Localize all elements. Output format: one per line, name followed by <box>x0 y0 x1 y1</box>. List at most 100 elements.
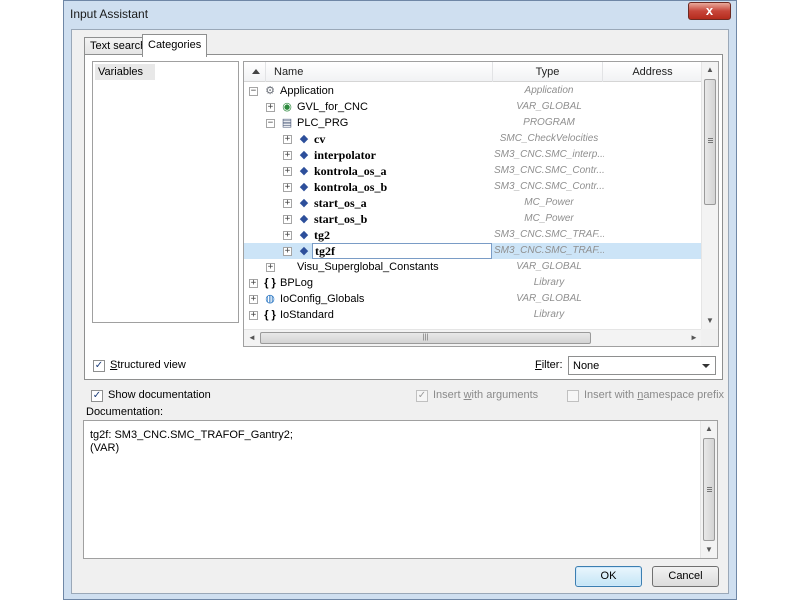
scroll-down-icon[interactable]: ▼ <box>702 313 718 329</box>
expand-icon[interactable]: + <box>283 215 292 224</box>
expand-icon[interactable]: + <box>283 151 292 160</box>
scroll-right-icon[interactable]: ► <box>686 330 702 346</box>
tree-row-name: start_os_b <box>314 212 368 226</box>
grip-line <box>707 491 712 492</box>
tree-row-type: VAR_GLOBAL <box>516 101 582 112</box>
expand-icon[interactable]: + <box>283 183 292 192</box>
scroll-left-icon[interactable]: ◄ <box>244 330 260 346</box>
label-part: ith arguments <box>471 389 539 401</box>
tree-header: Name Type Address <box>244 62 702 82</box>
tree-row-name: Visu_Superglobal_Constants <box>297 261 439 273</box>
tree-row[interactable]: + ◆ tg2 SM3_CNC.SMC_TRAF... <box>244 227 702 243</box>
chevron-down-icon <box>702 364 710 368</box>
cancel-button[interactable]: Cancel <box>652 566 719 587</box>
tree-row[interactable]: + ◉ GVL_for_CNC VAR_GLOBAL <box>244 99 702 115</box>
expand-icon[interactable]: + <box>249 279 258 288</box>
tree-row[interactable]: + { } IoStandard Library <box>244 307 702 323</box>
show-documentation-label: Show documentation <box>108 389 211 401</box>
column-header-address[interactable]: Address <box>603 62 702 82</box>
label-part: tructured view <box>117 359 186 371</box>
sort-column[interactable] <box>244 62 266 82</box>
tab-categories[interactable]: Categories <box>142 34 208 57</box>
scroll-thumb[interactable] <box>704 79 716 205</box>
tree-row-type: Application <box>524 85 574 96</box>
close-button[interactable]: x <box>688 2 731 20</box>
tree-row[interactable]: + ◆ cv SMC_CheckVelocities <box>244 131 702 147</box>
tree-row-name: Application <box>280 85 334 97</box>
tree-row-name-editor[interactable]: tg2f <box>312 243 492 259</box>
tree-row[interactable]: + { } BPLog Library <box>244 275 702 291</box>
expand-icon[interactable]: + <box>283 247 292 256</box>
input-assistant-window: Input Assistant x Text search Categories… <box>63 0 737 600</box>
expand-icon[interactable]: + <box>249 311 258 320</box>
library-braces-icon: { } <box>264 277 276 289</box>
tree-row-name: interpolator <box>314 148 376 162</box>
tree-row-selected[interactable]: + ◆ tg2f SM3_CNC.SMC_TRAF... <box>244 243 702 259</box>
label-mnemonic: w <box>463 389 472 401</box>
column-header-type[interactable]: Type <box>493 62 603 82</box>
scroll-thumb[interactable]: ||| <box>260 332 591 344</box>
tree-row-name: PLC_PRG <box>297 117 349 129</box>
tree-row-name: kontrola_os_a <box>314 164 387 178</box>
library-braces-icon: { } <box>264 309 276 321</box>
scroll-corner <box>701 329 718 346</box>
collapse-icon[interactable]: − <box>249 87 258 96</box>
tree-row-name: kontrola_os_b <box>314 180 388 194</box>
scroll-down-icon[interactable]: ▼ <box>701 542 717 558</box>
grip-line <box>708 140 713 141</box>
tree-row[interactable]: + ◆ interpolator SM3_CNC.SMC_interp... <box>244 147 702 163</box>
category-item-variables[interactable]: Variables <box>95 64 155 80</box>
filter-label: Filter: <box>535 359 563 371</box>
tree-row-type: SMC_CheckVelocities <box>499 133 599 144</box>
label-part: ilter: <box>541 359 563 371</box>
expand-icon[interactable]: + <box>266 103 275 112</box>
expand-icon[interactable]: + <box>283 135 292 144</box>
insert-with-arguments-label: Insert with arguments <box>433 389 538 401</box>
documentation-label: Documentation: <box>86 406 164 418</box>
expand-icon[interactable]: + <box>283 167 292 176</box>
globe-icon: ◍ <box>265 293 275 305</box>
label-part: amespace prefix <box>643 389 725 401</box>
structured-view-label: Structured view <box>110 359 186 371</box>
collapse-icon[interactable]: − <box>266 119 275 128</box>
expand-icon[interactable]: + <box>283 231 292 240</box>
ok-button[interactable]: OK <box>575 566 642 587</box>
variable-diamond-icon: ◆ <box>299 245 309 257</box>
show-documentation-checkbox[interactable]: ✓ <box>91 390 103 402</box>
variable-diamond-icon: ◆ <box>299 181 309 193</box>
tree-row[interactable]: − ⚙ Application Application <box>244 83 702 99</box>
insert-with-arguments-checkbox[interactable]: ✓ <box>416 390 428 402</box>
documentation-box[interactable]: tg2f: SM3_CNC.SMC_TRAFOF_Gantry2; (VAR) … <box>83 420 718 559</box>
variable-diamond-icon: ◆ <box>299 229 309 241</box>
tree-vertical-scrollbar[interactable]: ▲ ▼ <box>701 62 718 330</box>
variable-diamond-icon: ◆ <box>299 213 309 225</box>
scroll-up-icon[interactable]: ▲ <box>701 421 717 437</box>
tree-row[interactable]: − ▤ PLC_PRG PROGRAM <box>244 115 702 131</box>
tree-row-name: BPLog <box>280 277 314 289</box>
tree-row[interactable]: + ◆ kontrola_os_a SM3_CNC.SMC_Contr... <box>244 163 702 179</box>
column-header-name[interactable]: Name <box>266 62 493 82</box>
structured-view-checkbox[interactable]: ✓ <box>93 360 105 372</box>
tree-row[interactable]: + ◆ start_os_b MC_Power <box>244 211 702 227</box>
tree-row[interactable]: + ◆ start_os_a MC_Power <box>244 195 702 211</box>
tree-row-type: MC_Power <box>524 213 574 224</box>
documentation-scrollbar[interactable]: ▲ ▼ <box>700 421 717 558</box>
filter-select[interactable]: None <box>568 356 716 375</box>
categories-panel: Variables Name Type Address − ⚙ Applicat… <box>84 54 723 380</box>
tree-horizontal-scrollbar[interactable]: ◄ ||| ► <box>244 329 702 346</box>
scroll-up-icon[interactable]: ▲ <box>702 62 718 78</box>
expand-icon[interactable]: + <box>283 199 292 208</box>
tree-row-name: GVL_for_CNC <box>297 101 368 113</box>
program-page-icon: ▤ <box>281 117 293 129</box>
tree-row-type: PROGRAM <box>523 117 575 128</box>
scroll-thumb[interactable] <box>703 438 715 541</box>
gvl-globe-icon: ◉ <box>282 101 292 113</box>
tree-row[interactable]: + ◆ kontrola_os_b SM3_CNC.SMC_Contr... <box>244 179 702 195</box>
insert-with-namespace-checkbox[interactable] <box>567 390 579 402</box>
expand-icon[interactable]: + <box>266 263 275 272</box>
tree-row[interactable]: + Visu_Superglobal_Constants VAR_GLOBAL <box>244 259 702 275</box>
grip-line <box>707 487 712 488</box>
documentation-text: tg2f: SM3_CNC.SMC_TRAFOF_Gantry2; (VAR) <box>90 429 293 454</box>
tree-row[interactable]: + ◍ IoConfig_Globals VAR_GLOBAL <box>244 291 702 307</box>
expand-icon[interactable]: + <box>249 295 258 304</box>
